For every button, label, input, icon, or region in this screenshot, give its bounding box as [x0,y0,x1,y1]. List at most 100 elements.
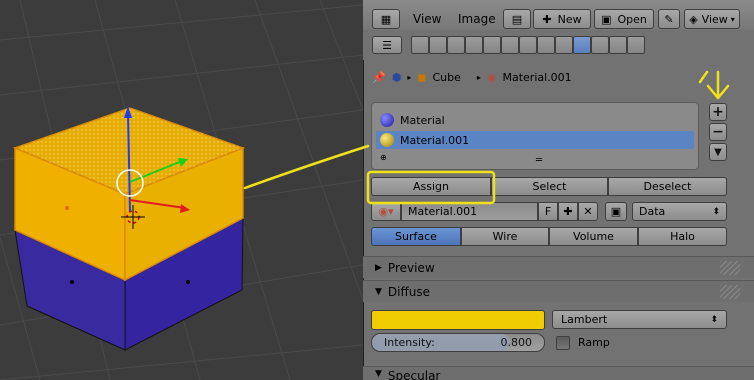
assign-label: Assign [413,180,449,193]
add-slot-button[interactable]: + [709,103,727,121]
chevron-down-icon: ▼ [714,146,722,158]
slot-specials-button[interactable]: ▼ [709,143,727,161]
link-mode-value: Data [639,205,666,218]
material-slot-selected[interactable]: Material.001 [376,131,694,149]
chevron-down-icon: ▾ [730,14,735,24]
assign-button[interactable]: Assign [371,177,491,196]
modifiers-tab-icon[interactable] [519,36,537,54]
layers-tab-icon[interactable] [429,36,447,54]
drag-grip-icon[interactable] [720,260,740,275]
tab-surface[interactable]: Surface [371,227,461,246]
browse-node-button[interactable]: ▣ [605,202,627,221]
minus-icon: − [712,124,724,140]
material-name-value: Material.001 [408,205,478,218]
select-button[interactable]: Select [491,177,608,196]
image-browse-button[interactable]: ▤ [503,9,531,29]
material-browse-button[interactable]: ◉▾ [371,202,401,221]
resize-handle-icon[interactable]: ═ [536,155,542,166]
diffuse-color-swatch[interactable] [371,310,545,330]
pin-icon: ✎ [664,12,674,26]
properties-editor-button[interactable]: ☰ [372,36,402,54]
view-mode-dropdown[interactable]: ◈ View ▾ [684,9,740,29]
material-slot-name: Material.001 [400,133,470,147]
preview-section-title: Preview [387,260,435,275]
view-mode-icon: ◈ [689,12,698,26]
render-tab-icon[interactable] [411,36,429,54]
material-preview-icon [380,113,394,127]
3d-viewport[interactable] [0,0,363,380]
texture-tab-icon[interactable] [591,36,609,54]
open-image-label: Open [617,12,647,26]
intensity-slider[interactable]: Intensity: 0.800 [371,333,545,352]
diffuse-section-title: Diffuse [387,284,431,299]
ramp-label: Ramp [578,336,610,349]
tab-surface-label: Surface [395,230,437,243]
cube-icon: ◼ [417,70,427,84]
deselect-button[interactable]: Deselect [608,177,727,196]
add-small-icon: ⊕ [380,153,387,162]
material-icon: ◉▾ [378,205,394,218]
chevron-right-icon: ▸ [476,72,481,82]
preview-section-header[interactable]: ▶ Preview [363,256,754,278]
diffuse-shader-dropdown[interactable]: Lambert ⬍ [552,310,727,329]
plus-icon: ✚ [563,205,573,218]
folder-icon: ▣ [601,12,612,26]
particles-tab-icon[interactable] [555,36,573,54]
scene-settings-tab-icon[interactable] [627,36,645,54]
drag-grip-icon[interactable] [720,284,740,299]
breadcrumb-material: Material.001 [502,70,572,84]
view-menu[interactable]: View [413,12,441,26]
mesh-icon: ⬢ [391,70,402,84]
breadcrumb-object: Cube [432,70,461,84]
chevron-down-icon: ▼ [375,286,382,297]
tab-volume-label: Volume [573,230,614,243]
viewport-scene [0,0,363,380]
select-label: Select [532,180,567,193]
diffuse-section-header[interactable]: ▼ Diffuse [363,280,754,302]
constraints-tab-icon[interactable] [501,36,519,54]
node-icon: ▣ [610,205,622,218]
tab-wire[interactable]: Wire [461,227,549,246]
image-icon: ▤ [511,12,523,26]
scene-tab-icon[interactable] [447,36,465,54]
chevron-updown-icon: ⬍ [710,314,718,325]
specular-section-title: Specular [387,369,441,380]
material-icon: ◉ [486,70,497,84]
material-slot[interactable]: Material [376,111,694,129]
fake-user-button[interactable]: F [538,202,558,221]
image-editor-icon: ▦ [380,12,392,26]
chevron-updown-icon: ⬍ [712,206,720,217]
material-tab-icon[interactable] [573,36,591,54]
editor-type-button[interactable]: ▦ [372,9,400,29]
new-image-label: New [557,12,582,26]
pin-icon[interactable]: 📌 [372,71,386,84]
plus-icon: ✚ [542,12,552,26]
properties-icon: ☰ [382,38,392,52]
image-menu[interactable]: Image [458,12,496,26]
new-material-button[interactable]: ✚ [558,202,578,221]
open-image-button[interactable]: ▣ Open [594,9,654,29]
link-mode-dropdown[interactable]: Data ⬍ [632,202,727,221]
remove-slot-button[interactable]: − [709,123,727,141]
world-tab-icon[interactable] [465,36,483,54]
ramp-checkbox[interactable] [556,336,570,350]
close-icon: ✕ [583,205,593,218]
unlink-material-button[interactable]: ✕ [578,202,598,221]
tab-halo[interactable]: Halo [638,227,727,246]
intensity-value: 0.800 [500,336,533,349]
pin-button[interactable]: ✎ [658,9,680,29]
material-preview-icon [380,133,394,147]
data-tab-icon[interactable] [537,36,555,54]
physics-tab-icon[interactable] [609,36,627,54]
view-mode-label: View [701,12,728,26]
specular-section-header[interactable]: ▼ Specular [363,366,754,380]
deselect-label: Deselect [643,180,692,193]
fake-user-label: F [544,205,552,218]
tab-volume[interactable]: Volume [549,227,638,246]
material-slots-list[interactable]: Material Material.001 ═ ⊕ [371,102,699,170]
new-image-button[interactable]: ✚ New [533,9,591,29]
tab-wire-label: Wire [492,230,518,243]
tab-halo-label: Halo [670,230,695,243]
material-name-field[interactable]: Material.001 [401,202,538,221]
object-tab-icon[interactable] [483,36,501,54]
